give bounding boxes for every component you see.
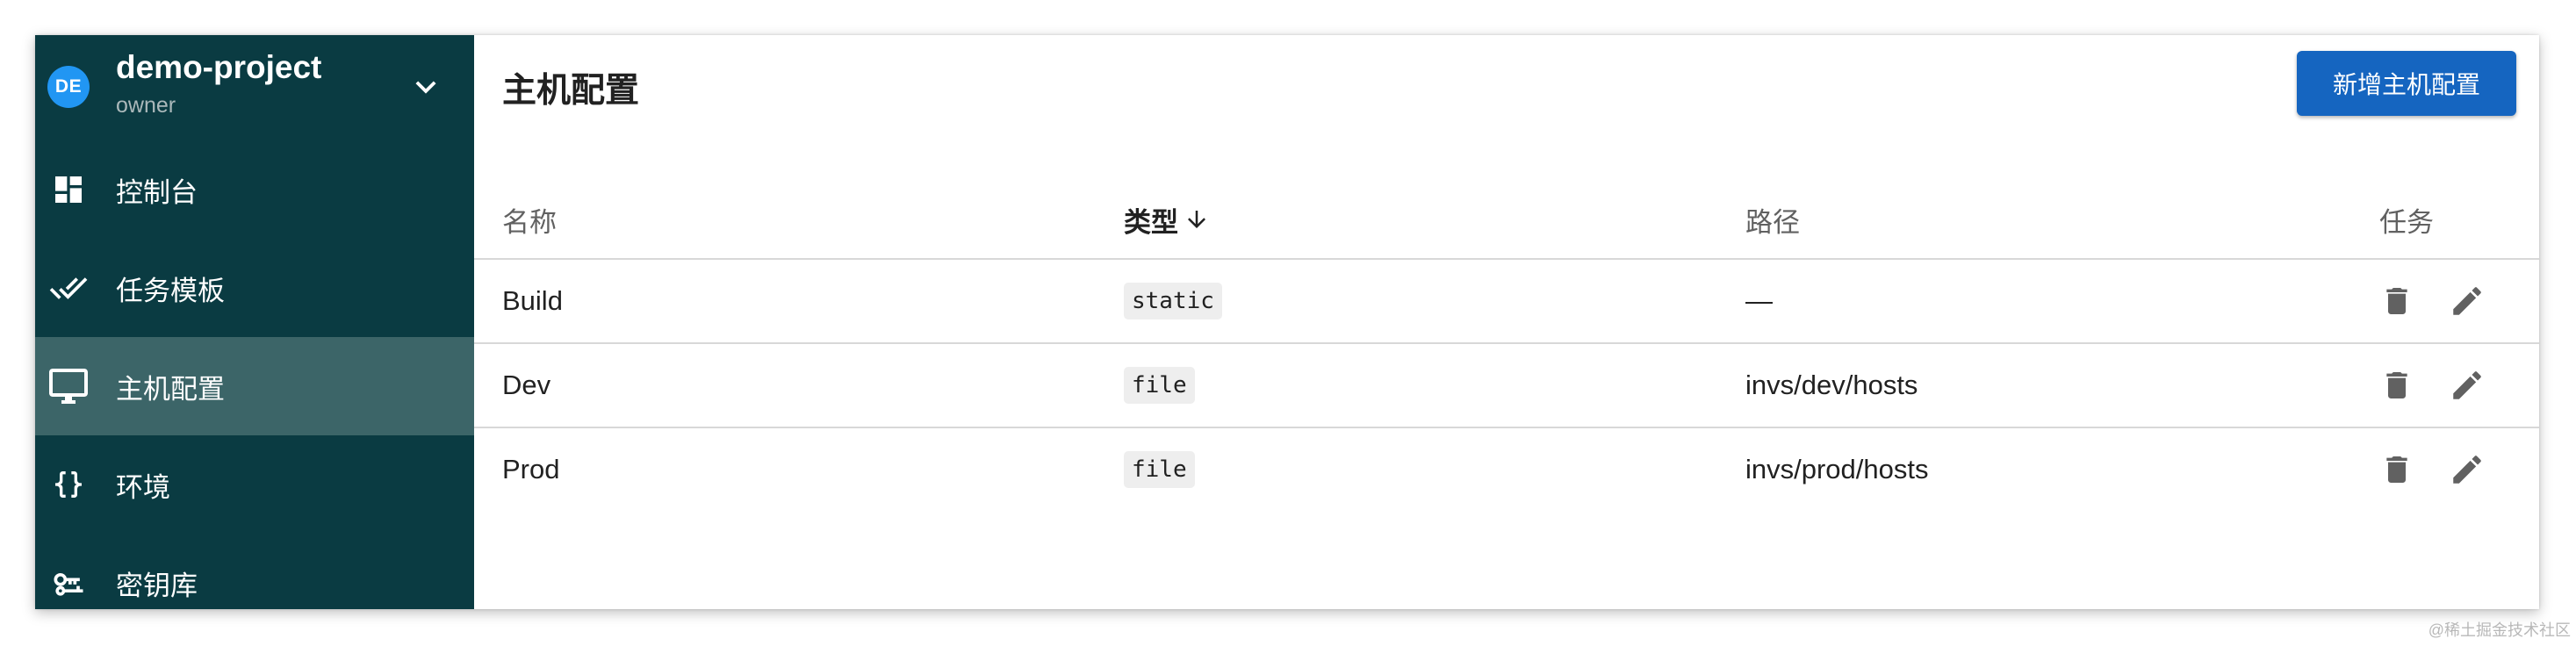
table-row[interactable]: Build static —	[474, 260, 2539, 344]
done-all-icon	[47, 267, 90, 309]
watermark: @稀土掘金技术社区	[2428, 621, 2571, 639]
delete-button[interactable]	[2374, 447, 2420, 492]
edit-button[interactable]	[2444, 278, 2490, 324]
edit-button[interactable]	[2444, 362, 2490, 408]
trash-icon	[2386, 372, 2407, 398]
cell-path: invs/prod/hosts	[1745, 454, 1929, 484]
column-header-label: 任务	[2379, 206, 2434, 238]
pencil-icon	[2453, 456, 2481, 484]
column-header-tasks: 任务	[2379, 181, 2434, 258]
pencil-icon	[2453, 287, 2481, 315]
cell-type: static	[1124, 260, 1222, 342]
cell-name: Prod	[502, 454, 560, 484]
sidebar-item-label: 环境	[116, 471, 170, 503]
project-role: owner	[116, 93, 176, 118]
delete-button[interactable]	[2374, 278, 2420, 324]
cell-type: file	[1124, 344, 1195, 427]
trash-icon	[2386, 288, 2407, 314]
sidebar-item-label: 主机配置	[116, 373, 225, 405]
type-chip: static	[1124, 283, 1222, 319]
pencil-icon	[2453, 371, 2481, 399]
column-header-label: 路径	[1745, 206, 1800, 238]
add-inventory-button[interactable]: 新增主机配置	[2297, 51, 2516, 116]
table-header: 名称 类型 路径 任务	[474, 181, 2539, 260]
cell-path: invs/dev/hosts	[1745, 370, 1918, 400]
trash-icon	[2386, 456, 2407, 483]
sidebar-item-task-templates[interactable]: 任务模板	[35, 239, 474, 337]
sidebar-item-label: 控制台	[116, 176, 198, 208]
edit-button[interactable]	[2444, 447, 2490, 492]
type-chip: file	[1124, 451, 1195, 488]
sidebar-item-inventory[interactable]: 主机配置	[35, 337, 474, 435]
project-switcher[interactable]: DE demo-project owner	[35, 35, 474, 140]
column-header-type[interactable]: 类型	[1124, 181, 1210, 258]
cell-name: Build	[502, 285, 563, 316]
chevron-down-icon[interactable]	[406, 67, 446, 107]
braces-icon	[47, 463, 90, 506]
project-name: demo-project	[116, 49, 322, 85]
delete-button[interactable]	[2374, 362, 2420, 408]
arrow-down-icon	[1188, 211, 1205, 228]
dashboard-icon	[47, 169, 90, 211]
sidebar-item-key-store[interactable]: 密钥库	[35, 534, 474, 609]
project-avatar: DE	[47, 66, 90, 108]
app-window: DE demo-project owner 控制台 任务模板 主机配置 环境 密…	[35, 35, 2539, 609]
sidebar-item-environment[interactable]: 环境	[35, 435, 474, 534]
cell-type: file	[1124, 428, 1195, 511]
key-icon	[47, 562, 90, 604]
column-header-label: 类型	[1124, 206, 1178, 238]
cell-name: Dev	[502, 370, 551, 400]
cell-path: —	[1745, 285, 1773, 316]
table-row[interactable]: Prod file invs/prod/hosts	[474, 428, 2539, 511]
column-header-label: 名称	[502, 206, 557, 238]
sidebar-item-label: 密钥库	[116, 570, 198, 601]
sidebar-item-dashboard[interactable]: 控制台	[35, 140, 474, 239]
column-header-path[interactable]: 路径	[1745, 181, 1800, 258]
main-content: 主机配置 新增主机配置 名称 类型 路径 任务 Build static — D…	[474, 35, 2539, 609]
sidebar-item-label: 任务模板	[116, 275, 225, 306]
table-row[interactable]: Dev file invs/dev/hosts	[474, 344, 2539, 428]
monitor-icon	[47, 365, 90, 407]
column-header-name[interactable]: 名称	[502, 181, 557, 258]
page-title: 主机配置	[502, 72, 640, 110]
type-chip: file	[1124, 367, 1195, 404]
sidebar: DE demo-project owner 控制台 任务模板 主机配置 环境 密…	[35, 35, 474, 609]
